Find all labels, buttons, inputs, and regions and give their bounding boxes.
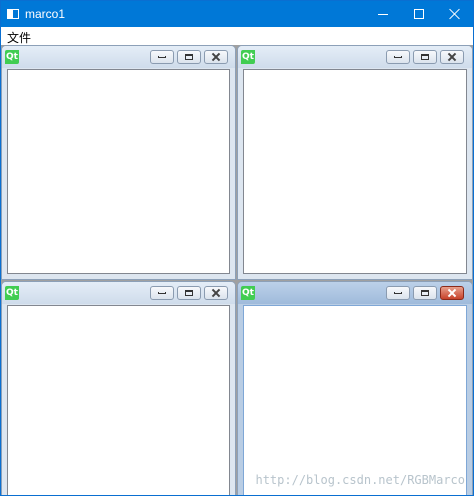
subwindow-content[interactable] [7, 69, 230, 274]
subwindow-minimize-button[interactable] [386, 286, 410, 300]
menu-file[interactable]: 文件 [7, 29, 31, 46]
qt-logo-icon[interactable]: Qt [5, 50, 19, 64]
subwindow-title-bar[interactable]: Qt [238, 46, 472, 68]
close-icon [448, 53, 456, 61]
restore-icon [421, 54, 429, 60]
subwindow-minimize-button[interactable] [386, 50, 410, 64]
subwindow-1[interactable]: Qt [1, 45, 236, 280]
subwindow-3[interactable]: Qt [1, 281, 236, 495]
subwindow-restore-button[interactable] [177, 286, 201, 300]
window-icon[interactable] [7, 9, 19, 19]
subwindow-close-button[interactable] [440, 286, 464, 300]
restore-icon [185, 290, 193, 296]
restore-icon [185, 54, 193, 60]
subwindow-close-button[interactable] [204, 286, 228, 300]
minimize-button[interactable] [365, 1, 401, 27]
close-button[interactable] [437, 1, 473, 27]
subwindow-2[interactable]: Qt [237, 45, 473, 280]
subwindow-content[interactable] [243, 305, 467, 495]
close-icon [449, 8, 461, 20]
close-icon [212, 289, 220, 297]
minimize-icon [158, 56, 166, 58]
close-icon [448, 289, 456, 297]
main-window: marco1 文件 Qt Qt Qt Qt http://blog.csdn.n… [0, 0, 474, 496]
restore-icon [421, 290, 429, 296]
subwindow-restore-button[interactable] [177, 50, 201, 64]
maximize-icon [414, 9, 424, 19]
subwindow-minimize-button[interactable] [150, 286, 174, 300]
subwindow-close-button[interactable] [440, 50, 464, 64]
subwindow-content[interactable] [7, 305, 230, 495]
subwindow-title-bar[interactable]: Qt [2, 46, 235, 68]
menu-bar: 文件 [1, 27, 473, 45]
minimize-icon [158, 292, 166, 294]
subwindow-title-bar[interactable]: Qt [238, 282, 472, 304]
minimize-icon [394, 56, 402, 58]
minimize-icon [378, 13, 388, 15]
watermark: http://blog.csdn.net/RGBMarco [255, 473, 465, 487]
subwindow-minimize-button[interactable] [150, 50, 174, 64]
subwindow-close-button[interactable] [204, 50, 228, 64]
maximize-button[interactable] [401, 1, 437, 27]
qt-logo-icon[interactable]: Qt [241, 286, 255, 300]
qt-logo-icon[interactable]: Qt [241, 50, 255, 64]
subwindow-title-bar[interactable]: Qt [2, 282, 235, 304]
title-bar[interactable]: marco1 [1, 1, 473, 27]
subwindow-content[interactable] [243, 69, 467, 274]
close-icon [212, 53, 220, 61]
qt-logo-icon[interactable]: Qt [5, 286, 19, 300]
window-title: marco1 [25, 7, 66, 21]
minimize-icon [394, 292, 402, 294]
subwindow-restore-button[interactable] [413, 286, 437, 300]
subwindow-restore-button[interactable] [413, 50, 437, 64]
mdi-area: Qt Qt Qt Qt http://blog.csdn.net/RGBMarc… [1, 45, 473, 495]
subwindow-4[interactable]: Qt [237, 281, 473, 495]
